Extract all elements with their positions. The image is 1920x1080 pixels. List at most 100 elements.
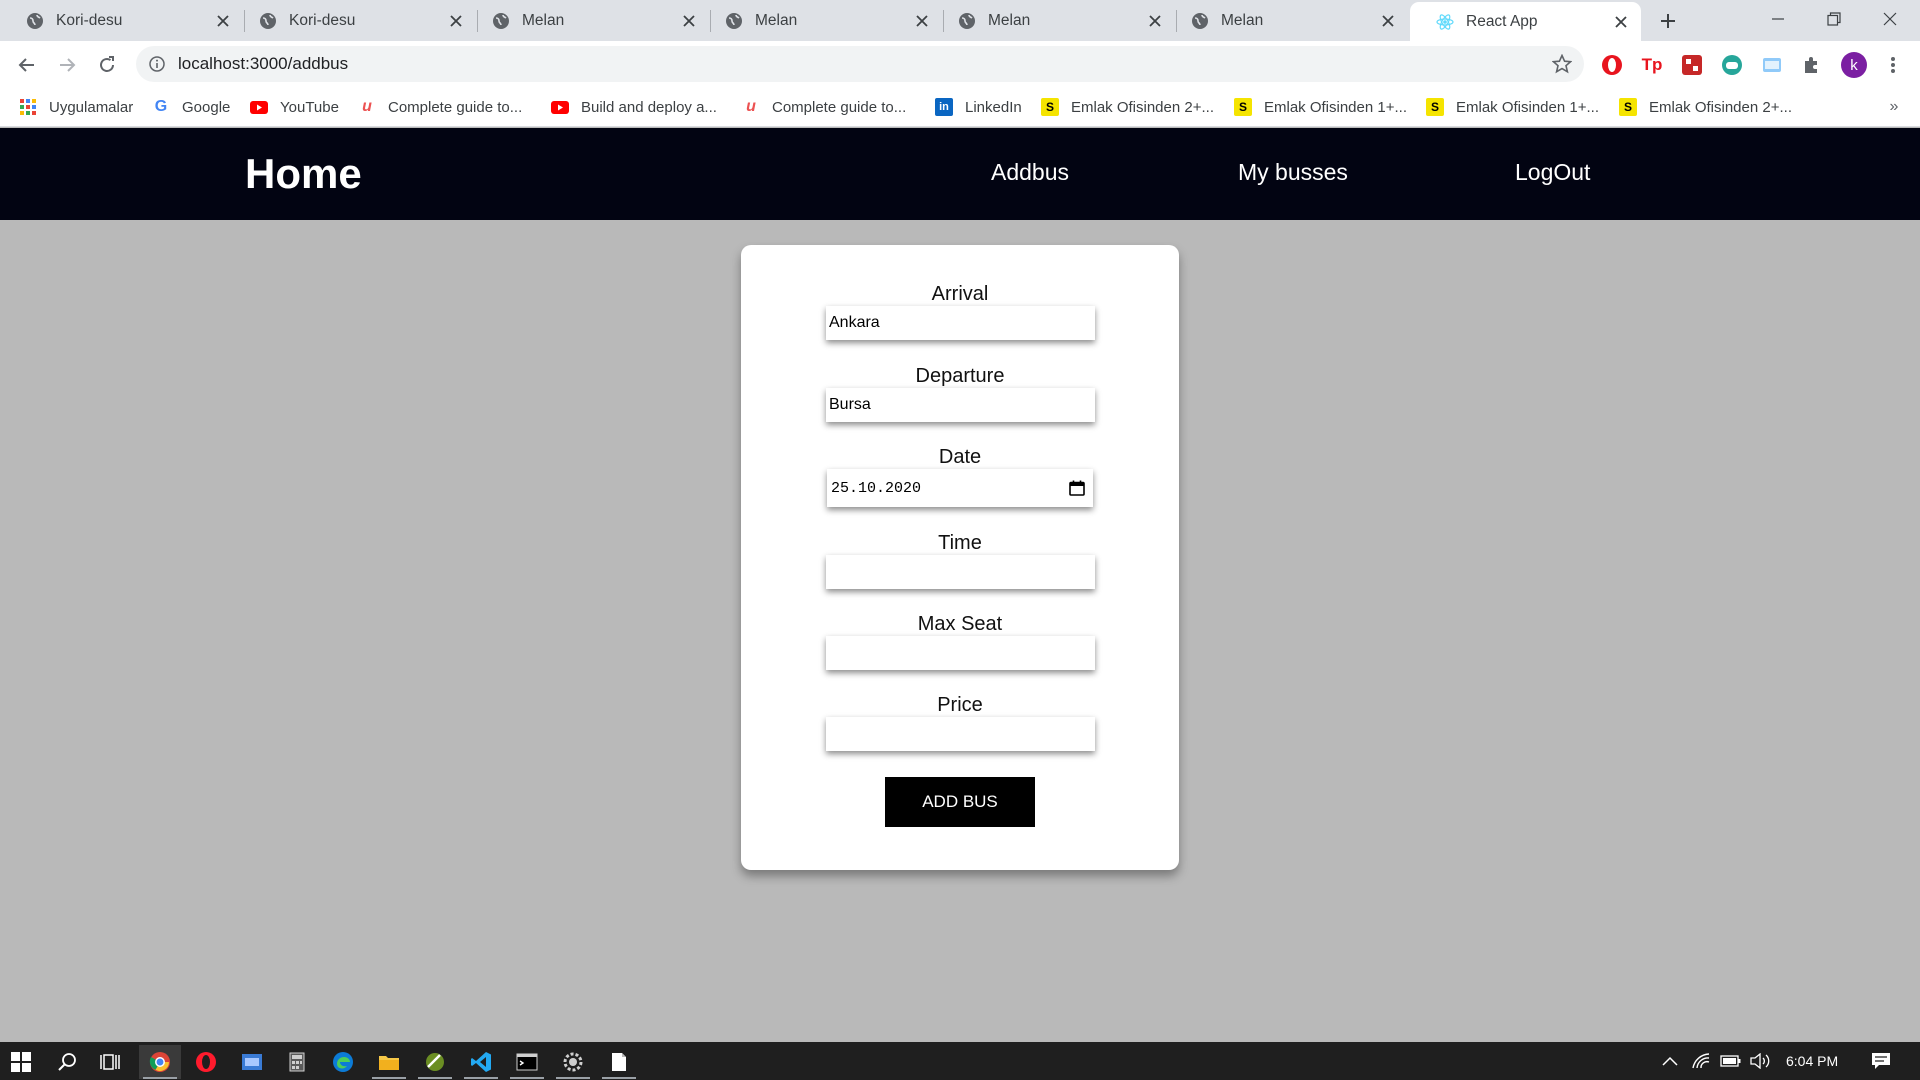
minimize-icon xyxy=(1772,18,1784,20)
s-icon: S xyxy=(1619,98,1637,116)
tab-title: Melan xyxy=(522,11,565,29)
browser-tab-strip: Kori-desu Kori-desu Melan Melan Melan Me… xyxy=(0,0,1920,41)
globe-icon xyxy=(260,12,276,29)
departure-label: Departure xyxy=(915,365,1005,387)
close-icon xyxy=(1883,12,1897,26)
close-tab-icon[interactable] xyxy=(679,11,699,31)
bookmark-label: Google xyxy=(182,98,231,116)
gamepad-extension-icon[interactable] xyxy=(1720,53,1744,77)
info-icon[interactable] xyxy=(148,55,166,73)
date-label: Date xyxy=(938,446,982,468)
calculator-taskbar-icon[interactable] xyxy=(276,1045,318,1079)
search-icon[interactable] xyxy=(46,1045,88,1079)
volume-icon[interactable] xyxy=(1748,1042,1774,1080)
vscode-taskbar-icon[interactable] xyxy=(460,1045,502,1079)
bookmark-item[interactable]: S Emlak Ofisinden 1+... xyxy=(1426,87,1599,127)
opera-taskbar-icon[interactable] xyxy=(185,1045,227,1079)
notifications-icon[interactable] xyxy=(1866,1042,1896,1080)
globe-icon xyxy=(1192,12,1208,29)
bookmark-item[interactable]: S Emlak Ofisinden 2+... xyxy=(1619,87,1792,127)
more-bookmarks-button[interactable]: » xyxy=(1882,95,1906,119)
file-explorer-taskbar-icon[interactable] xyxy=(368,1045,410,1079)
close-tab-icon[interactable] xyxy=(1378,11,1398,31)
battery-icon[interactable] xyxy=(1718,1042,1744,1080)
edge-taskbar-icon[interactable] xyxy=(322,1045,364,1079)
opera-extension-icon[interactable] xyxy=(1600,53,1624,77)
browser-tab[interactable]: Melan xyxy=(466,0,709,41)
address-bar[interactable]: localhost:3000/addbus xyxy=(136,46,1584,82)
max-seat-input[interactable] xyxy=(826,636,1095,670)
bookmark-label: Uygulamalar xyxy=(49,98,134,116)
browser-tab[interactable]: Melan xyxy=(932,0,1175,41)
bookmark-item[interactable]: S Emlak Ofisinden 1+... xyxy=(1234,87,1407,127)
star-icon[interactable] xyxy=(1552,54,1572,74)
bookmark-item[interactable]: Build and deploy a... xyxy=(551,87,717,127)
wifi-icon[interactable] xyxy=(1688,1042,1714,1080)
extensions-puzzle-icon[interactable] xyxy=(1800,53,1824,77)
browser-tab-active[interactable]: React App xyxy=(1410,2,1641,41)
tab-title: Melan xyxy=(755,11,798,29)
price-input[interactable] xyxy=(826,717,1095,751)
app-navbar: Home Addbus My busses LogOut xyxy=(0,128,1920,220)
forward-button[interactable] xyxy=(51,49,83,81)
s-icon: S xyxy=(1234,98,1252,116)
screen-extension-icon[interactable] xyxy=(1760,53,1784,77)
browser-tab[interactable]: Melan xyxy=(699,0,942,41)
close-tab-icon[interactable] xyxy=(1611,12,1631,32)
windows-start-icon[interactable] xyxy=(0,1045,42,1079)
close-tab-icon[interactable] xyxy=(213,11,233,31)
bookmark-item[interactable]: Uygulamalar xyxy=(19,87,133,127)
bookmark-item[interactable]: u Complete guide to... xyxy=(358,87,522,127)
bookmark-item[interactable]: u Complete guide to... xyxy=(742,87,906,127)
bookmark-item[interactable]: S Emlak Ofisinden 2+... xyxy=(1041,87,1214,127)
tp-extension-icon[interactable]: Tp xyxy=(1640,53,1664,77)
puzzle-game-extension-icon[interactable] xyxy=(1680,53,1704,77)
add-bus-button[interactable]: ADD BUS xyxy=(885,777,1035,827)
bookmark-label: Complete guide to... xyxy=(388,98,523,116)
app-window-taskbar-icon[interactable] xyxy=(231,1045,273,1079)
date-value: 25.10.2020 xyxy=(831,479,922,497)
more-vertical-icon[interactable] xyxy=(1881,53,1905,77)
url-text: localhost:3000/addbus xyxy=(178,54,349,73)
s-icon: S xyxy=(1041,98,1059,116)
profile-avatar[interactable]: k xyxy=(1841,52,1867,78)
taskbar-clock[interactable]: 6:04 PM xyxy=(1786,1042,1838,1080)
nav-link-addbus[interactable]: Addbus xyxy=(991,159,1069,186)
chevron-up-icon[interactable] xyxy=(1658,1042,1682,1080)
browser-tab[interactable]: Kori-desu xyxy=(233,0,476,41)
close-window-button[interactable] xyxy=(1862,0,1918,38)
nav-link-my-busses[interactable]: My busses xyxy=(1238,159,1348,186)
running-indicator xyxy=(464,1077,498,1079)
close-tab-icon[interactable] xyxy=(912,11,932,31)
task-view-icon[interactable] xyxy=(90,1045,132,1079)
settings-gear-taskbar-icon[interactable] xyxy=(552,1045,594,1079)
notepad-taskbar-icon[interactable] xyxy=(598,1045,640,1079)
plus-icon xyxy=(1661,14,1675,28)
close-tab-icon[interactable] xyxy=(446,11,466,31)
new-tab-button[interactable] xyxy=(1655,8,1681,34)
minimize-button[interactable] xyxy=(1750,0,1806,38)
departure-input[interactable] xyxy=(826,388,1095,422)
back-button[interactable] xyxy=(11,49,43,81)
udemy-icon: u xyxy=(746,98,756,115)
terminal-taskbar-icon[interactable] xyxy=(506,1045,548,1079)
bookmark-item[interactable]: in LinkedIn xyxy=(935,87,1022,127)
stylus-taskbar-icon[interactable] xyxy=(414,1045,456,1079)
bookmark-label: Build and deploy a... xyxy=(581,98,717,116)
calendar-icon[interactable] xyxy=(1067,478,1087,498)
home-link[interactable]: Home xyxy=(245,150,362,198)
close-tab-icon[interactable] xyxy=(1145,11,1165,31)
bookmark-item[interactable]: YouTube xyxy=(250,87,339,127)
globe-icon xyxy=(493,12,509,29)
chrome-taskbar-icon[interactable] xyxy=(139,1045,181,1079)
reload-button[interactable] xyxy=(91,49,123,81)
bookmark-label: Emlak Ofisinden 1+... xyxy=(1456,98,1599,116)
arrival-input[interactable] xyxy=(826,306,1095,340)
bookmark-item[interactable]: G Google xyxy=(152,87,231,127)
time-input[interactable] xyxy=(826,555,1095,589)
date-input[interactable]: 25.10.2020 xyxy=(827,469,1093,507)
restore-button[interactable] xyxy=(1806,0,1862,38)
browser-tab[interactable]: Melan xyxy=(1165,0,1408,41)
browser-tab[interactable]: Kori-desu xyxy=(0,0,243,41)
nav-link-logout[interactable]: LogOut xyxy=(1515,159,1590,186)
